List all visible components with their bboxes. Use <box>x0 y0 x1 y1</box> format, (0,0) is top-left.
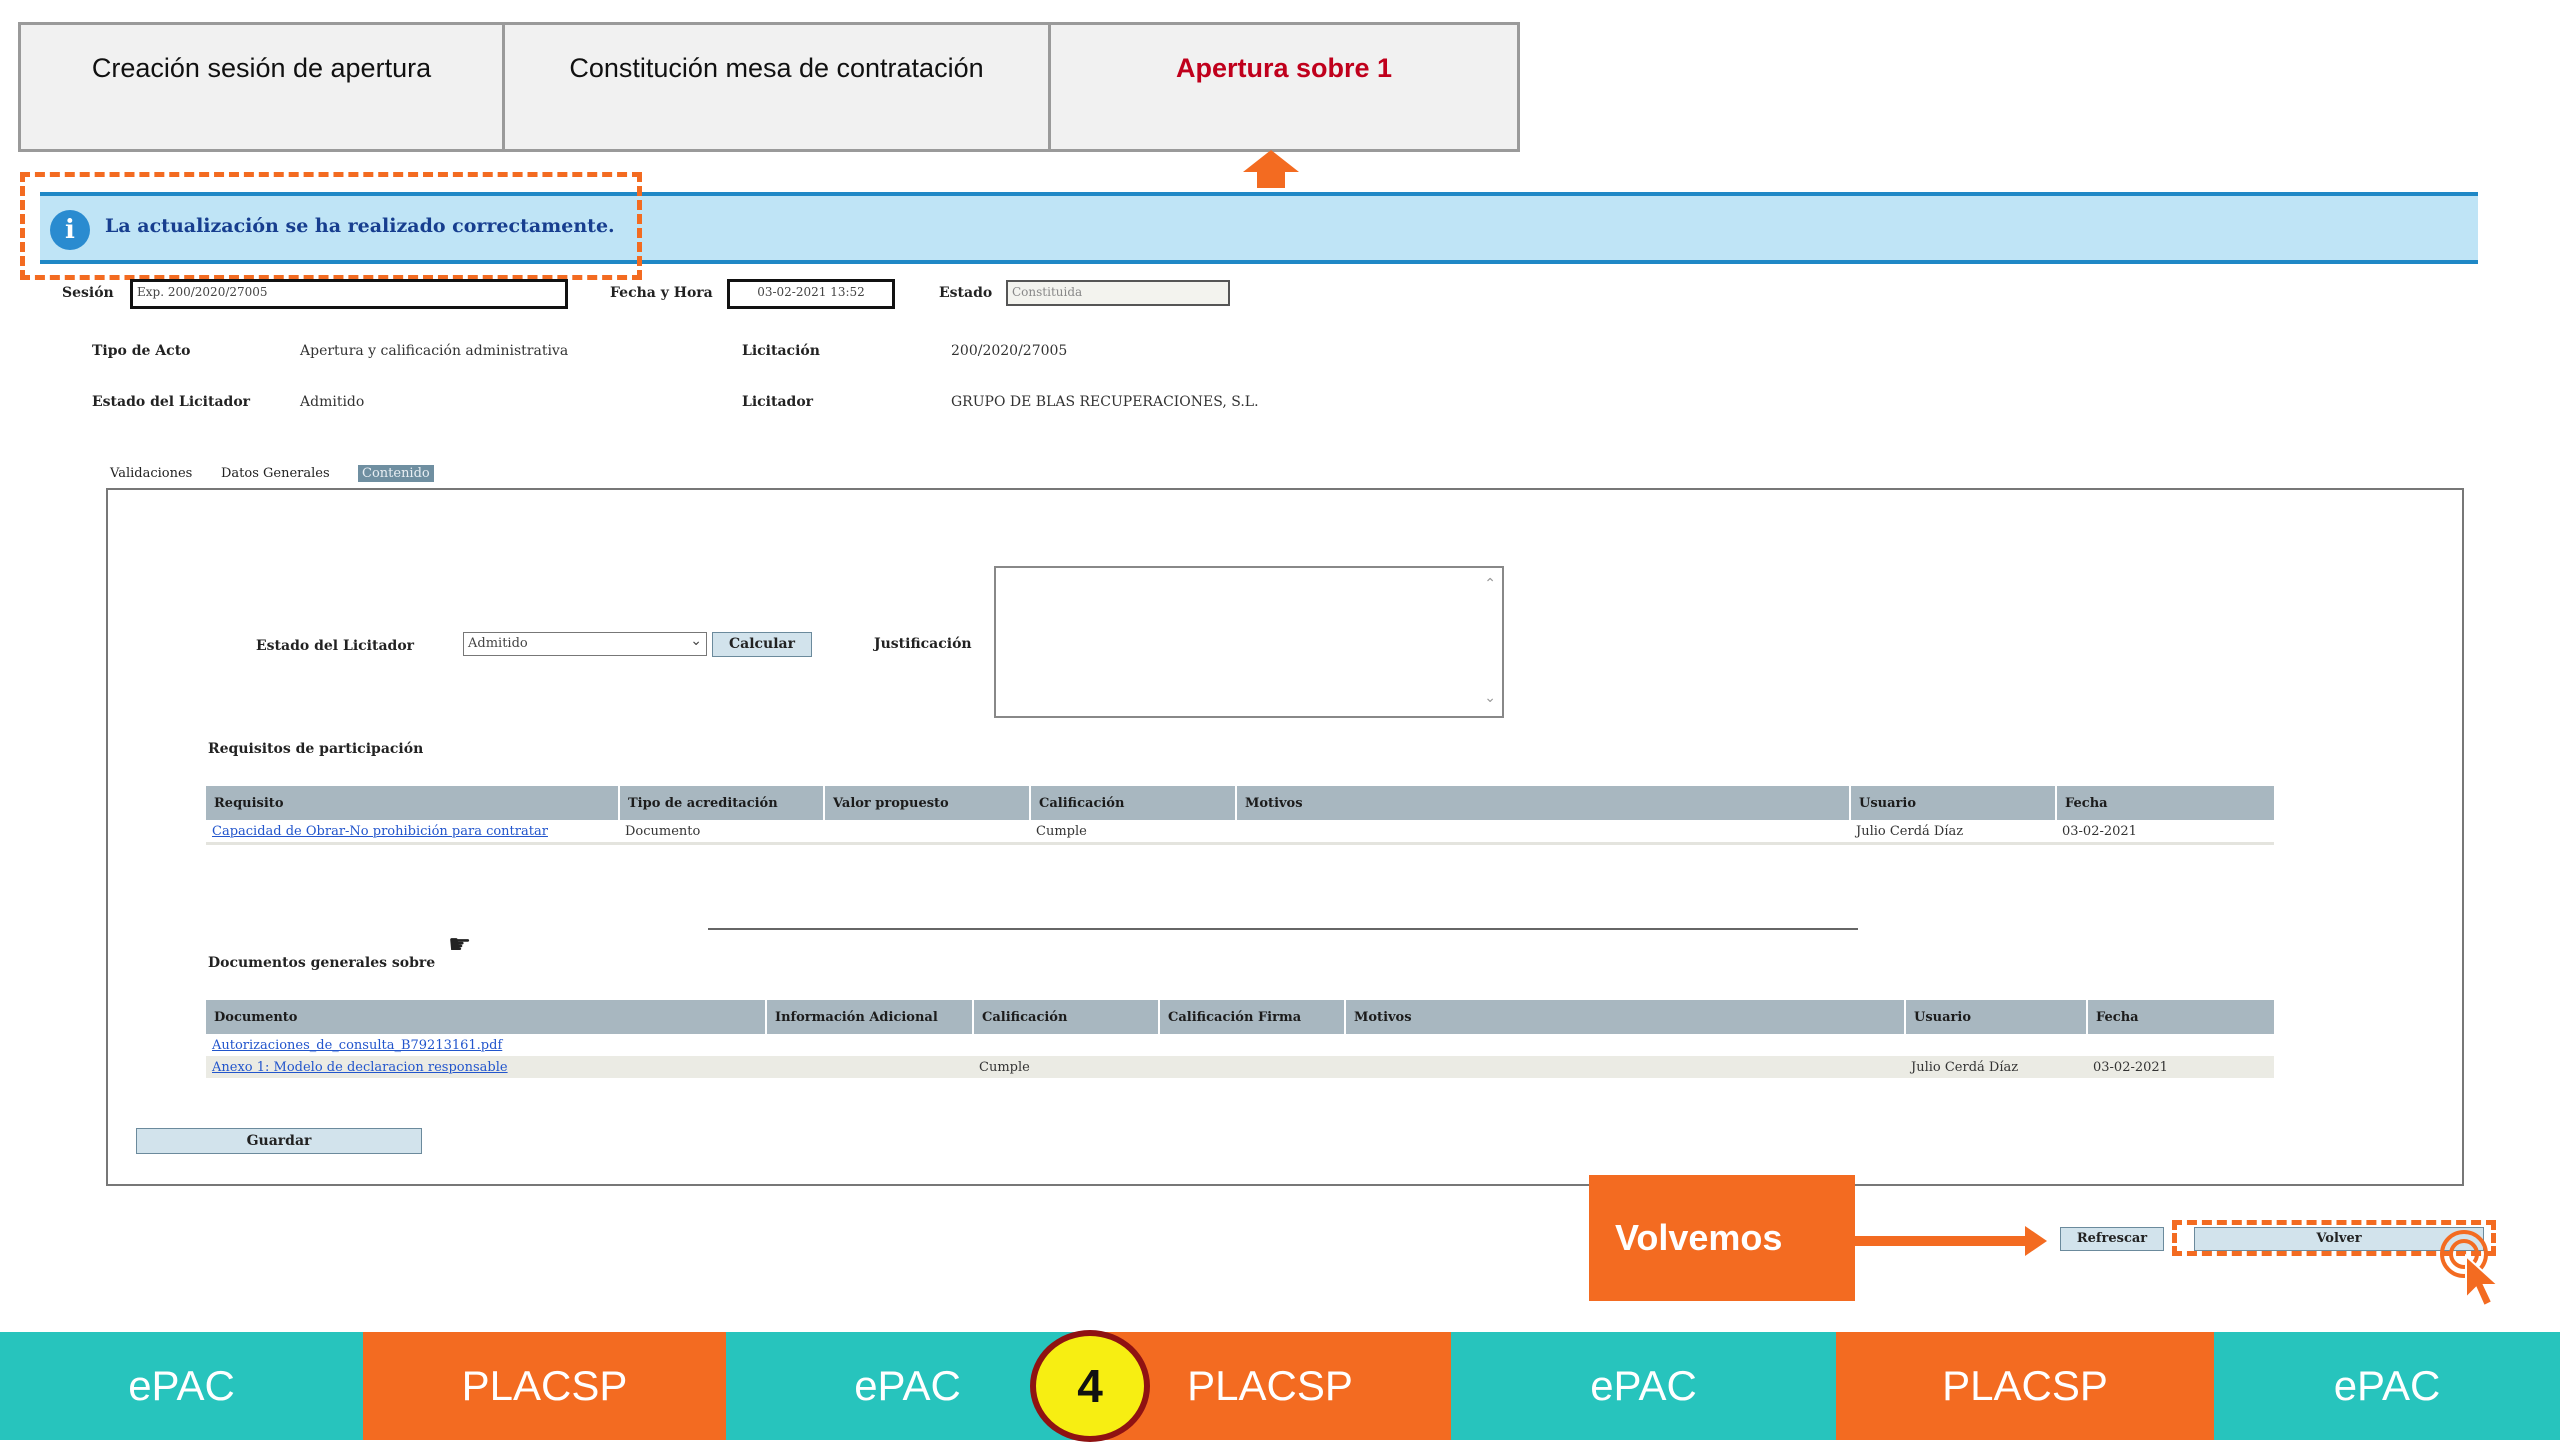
estado-selected-value: Admitido <box>468 636 528 651</box>
col-calificacion: Calificación <box>1029 786 1236 820</box>
divider <box>708 928 1858 930</box>
click-cursor-icon <box>2440 1230 2501 1308</box>
step-creacion-sesion[interactable]: Creación sesión de apertura <box>21 25 505 149</box>
licitacion-label: Licitación <box>742 343 820 359</box>
fecha-hora-input[interactable]: 03-02-2021 13:52 <box>727 279 895 309</box>
col-calificacion: Calificación <box>972 1000 1159 1034</box>
form-estado-label: Estado del Licitador <box>256 638 415 654</box>
bottom-strip: ePAC PLACSP ePAC PLACSP ePAC PLACSP ePAC <box>0 1332 2560 1440</box>
scroll-up-icon[interactable]: ⌃ <box>1484 576 1496 592</box>
documentos-header-row: Documento Información Adicional Califica… <box>206 1000 2274 1034</box>
chevron-down-icon: ⌄ <box>690 633 702 649</box>
col-calificacion-firma: Calificación Firma <box>1158 1000 1345 1034</box>
col-tipo-acreditacion: Tipo de acreditación <box>618 786 824 820</box>
strip-segment-epac: ePAC <box>0 1332 363 1440</box>
col-motivos: Motivos <box>1344 1000 1905 1034</box>
tab-validaciones[interactable]: Validaciones <box>110 466 192 481</box>
table-row: Capacidad de Obrar-No prohibición para c… <box>206 820 2274 844</box>
refrescar-button[interactable]: Refrescar <box>2060 1227 2164 1251</box>
requisitos-title: Requisitos de participación <box>208 741 424 757</box>
col-usuario: Usuario <box>1904 1000 2087 1034</box>
strip-segment-epac: ePAC <box>1451 1332 1836 1440</box>
strip-segment-epac: ePAC <box>2214 1332 2560 1440</box>
step-tabs: Creación sesión de apertura Constitución… <box>18 22 1520 152</box>
tipo-acto-value: Apertura y calificación administrativa <box>300 343 569 359</box>
col-motivos: Motivos <box>1235 786 1850 820</box>
col-valor-propuesto: Valor propuesto <box>823 786 1030 820</box>
estado-input[interactable]: Constituida <box>1006 280 1230 306</box>
justificacion-textarea[interactable]: ⌃ ⌄ <box>994 566 1504 718</box>
step-number-badge: 4 <box>1030 1330 1150 1442</box>
justificacion-label: Justificación <box>874 636 972 652</box>
table-row: Autorizaciones_de_consulta_B79213161.pdf <box>206 1034 2274 1056</box>
step-apertura-sobre-1[interactable]: Apertura sobre 1 <box>1051 25 1517 149</box>
col-documento: Documento <box>206 1000 766 1034</box>
documentos-title: Documentos generales sobre <box>208 955 436 971</box>
sesion-label: Sesión <box>62 285 114 301</box>
strip-segment-placsp: PLACSP <box>363 1332 726 1440</box>
guardar-button[interactable]: Guardar <box>136 1128 422 1154</box>
right-arrow-icon <box>1855 1226 2047 1256</box>
highlight-info-message <box>20 172 642 280</box>
sesion-input[interactable]: Exp. 200/2020/27005 <box>130 279 568 309</box>
col-fecha: Fecha <box>2086 1000 2274 1034</box>
step-constitucion-mesa[interactable]: Constitución mesa de contratación <box>505 25 1051 149</box>
table-row: Anexo 1: Modelo de declaracion responsab… <box>206 1056 2274 1078</box>
estado-licitador-label: Estado del Licitador <box>92 394 251 410</box>
documentos-table: Documento Información Adicional Califica… <box>206 1000 2274 1078</box>
volvemos-callout: Volvemos <box>1589 1175 1855 1301</box>
fecha-hora-label: Fecha y Hora <box>610 285 713 301</box>
col-usuario: Usuario <box>1849 786 2056 820</box>
estado-licitador-value: Admitido <box>300 394 365 410</box>
licitador-label: Licitador <box>742 394 814 410</box>
licitacion-value: 200/2020/27005 <box>951 343 1068 359</box>
col-requisito: Requisito <box>206 786 619 820</box>
requisitos-table: Requisito Tipo de acreditación Valor pro… <box>206 786 2274 845</box>
documento-link[interactable]: Anexo 1: Modelo de declaracion responsab… <box>212 1060 508 1075</box>
strip-segment-placsp: PLACSP <box>1836 1332 2214 1440</box>
col-informacion-adicional: Información Adicional <box>765 1000 973 1034</box>
documento-link[interactable]: Autorizaciones_de_consulta_B79213161.pdf <box>212 1038 502 1053</box>
pointing-hand-icon: ☛ <box>448 930 472 960</box>
col-fecha: Fecha <box>2055 786 2274 820</box>
tab-datos-generales[interactable]: Datos Generales <box>221 466 330 481</box>
licitador-value: GRUPO DE BLAS RECUPERACIONES, S.L. <box>951 394 1259 410</box>
requisitos-header-row: Requisito Tipo de acreditación Valor pro… <box>206 786 2274 820</box>
tab-contenido[interactable]: Contenido <box>358 465 434 482</box>
requisito-link[interactable]: Capacidad de Obrar-No prohibición para c… <box>212 824 548 839</box>
scroll-down-icon[interactable]: ⌄ <box>1484 690 1496 706</box>
estado-label: Estado <box>939 285 993 301</box>
calcular-button[interactable]: Calcular <box>712 632 812 657</box>
up-arrow-icon <box>1243 150 1299 188</box>
tipo-acto-label: Tipo de Acto <box>92 343 191 359</box>
estado-licitador-select[interactable]: Admitido ⌄ <box>463 632 707 656</box>
